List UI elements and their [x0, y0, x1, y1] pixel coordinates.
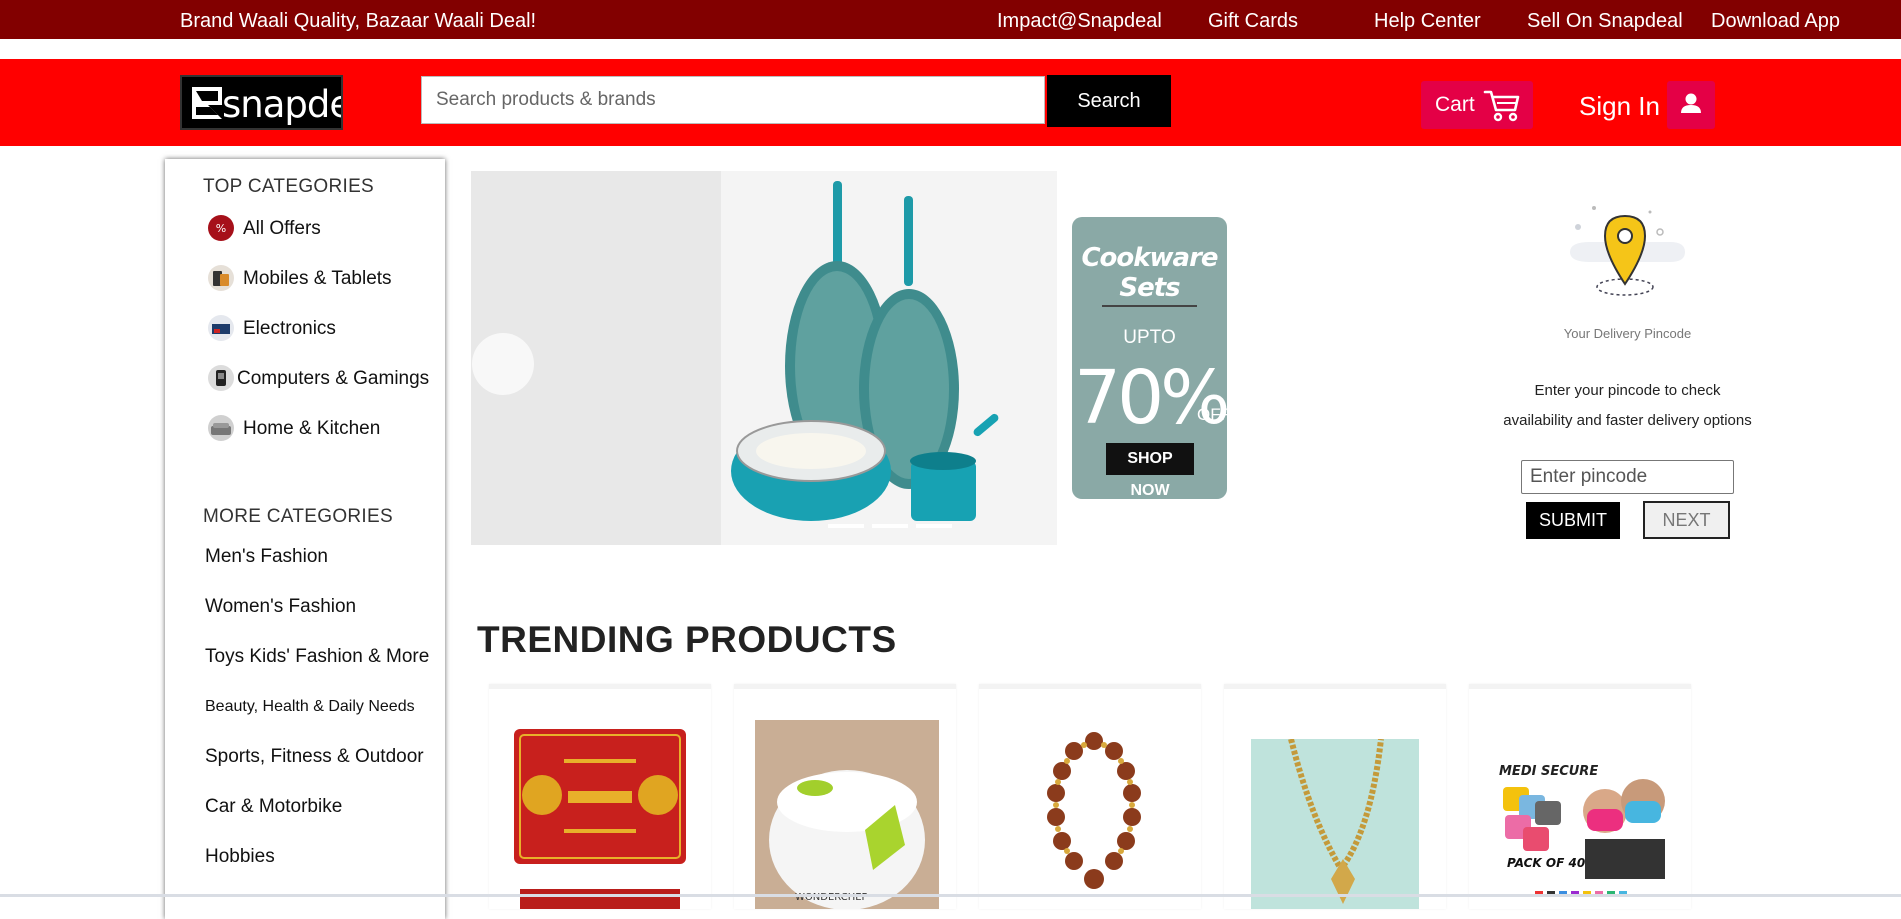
pincode-description: Enter your pincode to check availability…	[1503, 382, 1752, 429]
category-label: Mobiles & Tablets	[243, 268, 392, 289]
impact-link[interactable]: Impact@Snapdeal	[997, 10, 1162, 33]
category-hobbies[interactable]: Hobbies	[205, 846, 275, 868]
sign-in-button[interactable]: Sign In	[1579, 81, 1719, 129]
carousel-dot[interactable]	[916, 524, 952, 528]
gold-chain-image	[1251, 739, 1419, 909]
category-label: Home & Kitchen	[243, 418, 381, 439]
category-toys-kids-fashion[interactable]: Toys Kids' Fashion & More	[205, 646, 429, 668]
cart-label: Cart	[1435, 93, 1475, 116]
mask-pack-text: PACK OF 40	[1507, 856, 1585, 870]
sign-in-label: Sign In	[1579, 91, 1660, 121]
category-sports-fitness[interactable]: Sports, Fitness & Outdoor	[205, 746, 424, 768]
promo-divider	[1102, 305, 1197, 307]
carousel-dot[interactable]	[872, 524, 908, 528]
vegetable-chopper-image: WONDERCHEF	[755, 720, 939, 909]
search-button[interactable]: Search	[1047, 75, 1171, 127]
cart-icon	[1483, 90, 1520, 122]
category-womens-fashion[interactable]: Women's Fashion	[205, 596, 356, 618]
top-categories-heading: TOP CATEGORIES	[203, 176, 375, 197]
hero-banner-image[interactable]	[471, 171, 1057, 545]
product-card[interactable]	[979, 684, 1201, 909]
product-card[interactable]: MEDI SECURE PACK OF 40	[1469, 684, 1691, 909]
pincode-title: Your Delivery Pincode	[1563, 326, 1692, 341]
category-label: Computers & Gamings	[237, 368, 430, 389]
tagline: Brand Waali Quality, Bazaar Waali Deal!	[180, 10, 537, 32]
svg-text:%: %	[216, 222, 226, 235]
top-strip: Brand Waali Quality, Bazaar Waali Deal! …	[0, 0, 1901, 39]
help-center-link[interactable]: Help Center	[1374, 10, 1481, 33]
pincode-submit-button[interactable]: SUBMIT	[1526, 502, 1620, 539]
download-app-link[interactable]: Download App	[1711, 10, 1840, 33]
snapdeal-logo[interactable]: snapdeal	[180, 75, 343, 130]
cookware-promo[interactable]: Cookware Sets UPTO 70% OFF SHOP NOW	[1072, 217, 1227, 499]
product-card[interactable]	[489, 684, 711, 909]
mobile-icon	[208, 265, 234, 291]
top-bar: Brand Waali Quality, Bazaar Waali Deal! …	[0, 0, 1901, 39]
promo-off: OFF	[1197, 405, 1227, 424]
logo-text: snapdeal	[222, 83, 341, 126]
gift-cards-link[interactable]: Gift Cards	[1208, 10, 1298, 33]
category-sidebar: TOP CATEGORIES % All Offers Mobiles & Ta…	[165, 159, 445, 919]
rudraksha-mala-image	[1047, 732, 1141, 889]
category-beauty-health[interactable]: Beauty, Health & Daily Needs	[205, 698, 415, 716]
search-input[interactable]	[421, 76, 1045, 124]
product-card[interactable]: WONDERCHEF	[734, 684, 956, 909]
promo-title: Cookware Sets	[1081, 243, 1218, 303]
pincode-panel: Your Delivery Pincode Enter your pincode…	[1500, 180, 1755, 550]
shop-now-button[interactable]: SHOP NOW	[1106, 443, 1194, 499]
pincode-next-button[interactable]: NEXT	[1643, 501, 1730, 539]
category-mens-fashion[interactable]: Men's Fashion	[205, 546, 328, 568]
mask-brand-text: MEDI SECURE	[1499, 764, 1598, 779]
more-categories-heading: MORE CATEGORIES	[203, 506, 393, 527]
cookware-image	[721, 171, 1057, 545]
carousel-dot[interactable]	[828, 524, 864, 528]
user-avatar	[1667, 81, 1715, 129]
category-label: Electronics	[243, 318, 336, 339]
category-label: All Offers	[243, 218, 321, 239]
promo-percent: 70%	[1074, 355, 1227, 441]
face-mask-image: MEDI SECURE PACK OF 40	[1495, 761, 1667, 909]
location-pin-icon	[1570, 206, 1685, 296]
trending-products-title: TRENDING PRODUCTS	[477, 619, 897, 660]
percent-offer-icon: %	[208, 215, 234, 241]
kuber-box-image	[514, 729, 686, 909]
promo-upto: UPTO	[1123, 327, 1176, 348]
home-kitchen-icon	[208, 415, 234, 441]
pincode-input[interactable]	[1521, 460, 1734, 494]
product-card[interactable]	[1224, 684, 1446, 909]
carousel-prev-button[interactable]	[472, 333, 534, 395]
user-icon	[1681, 93, 1701, 113]
cart-button[interactable]: Cart	[1421, 81, 1533, 129]
logo-mark-icon	[192, 87, 222, 119]
sell-on-snapdeal-link[interactable]: Sell On Snapdeal	[1527, 10, 1683, 33]
header: snapdeal Search Cart Sign In	[0, 59, 1901, 146]
electronics-icon	[208, 315, 234, 341]
category-car-motorbike[interactable]: Car & Motorbike	[205, 796, 342, 818]
computer-icon	[208, 365, 234, 391]
